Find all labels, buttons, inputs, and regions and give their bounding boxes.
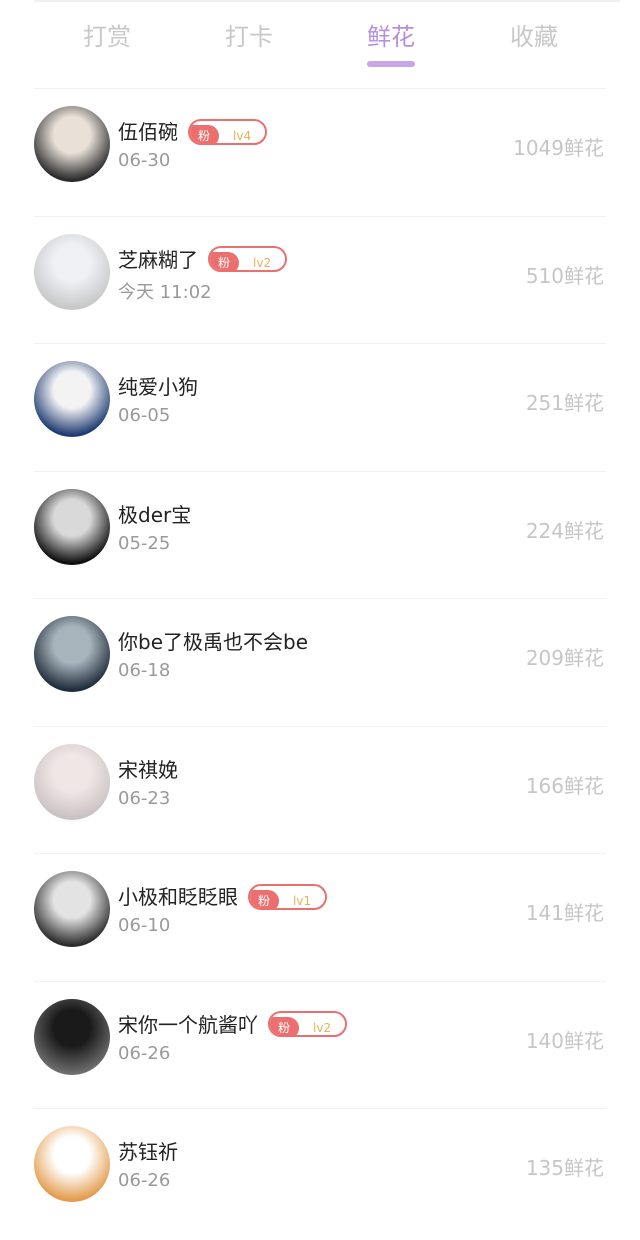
date-text: 06-30 [118, 150, 171, 171]
list-item[interactable]: 极der宝 05-25 224鲜花 [0, 470, 640, 599]
level-label: lv4 [233, 128, 252, 143]
avatar[interactable] [34, 233, 110, 310]
flower-count: 1049鲜花 [513, 136, 604, 160]
active-tab-indicator [367, 61, 415, 67]
fan-label: 粉 [210, 252, 240, 270]
list-item[interactable]: 苏钰祈 06-26 135鲜花 [0, 1108, 640, 1236]
row-divider [34, 88, 606, 89]
user-name-line: 宋祺娩 [118, 754, 178, 783]
tab-checkin[interactable]: 打卡 [199, 20, 299, 60]
user-name[interactable]: 苏钰祈 [118, 1140, 178, 1164]
row-divider [34, 470, 606, 472]
flower-count: 140鲜花 [525, 1028, 604, 1053]
date-text: 06-26 [118, 1042, 171, 1064]
row-divider [34, 343, 606, 344]
fan-level-badge: 粉 lv2 [268, 1011, 348, 1037]
flower-count: 166鲜花 [525, 773, 604, 798]
tab-label: 打赏 [83, 23, 131, 51]
date-text: 05-25 [118, 532, 171, 554]
flower-count: 141鲜花 [525, 901, 604, 925]
user-name-line: 你be了极禹也不会be [118, 626, 308, 655]
avatar[interactable] [34, 361, 110, 437]
list-item[interactable]: 芝麻糊了粉 lv2 今天 11:02 510鲜花 [0, 215, 640, 344]
tab-tip[interactable]: 打赏 [57, 20, 157, 60]
fan-label: 粉 [190, 124, 220, 143]
avatar[interactable] [34, 743, 110, 820]
avatar[interactable] [34, 871, 110, 947]
avatar[interactable] [34, 616, 110, 692]
flower-count: 510鲜花 [525, 263, 604, 288]
tab-label: 收藏 [510, 23, 558, 51]
date-text: 06-26 [118, 1170, 171, 1191]
list-item[interactable]: 纯爱小狗 06-05 251鲜花 [0, 343, 640, 471]
user-name-line: 芝麻糊了粉 lv2 [118, 244, 288, 275]
user-name-line: 小极和眨眨眼粉 lv1 [118, 881, 328, 912]
user-name[interactable]: 宋你一个航酱吖 [118, 1013, 258, 1037]
level-label: lv2 [253, 256, 272, 270]
row-divider [34, 1108, 606, 1109]
fan-level-badge: 粉 lv1 [248, 883, 328, 910]
date-text: 06-18 [118, 660, 171, 681]
user-name[interactable]: 宋祺娩 [118, 758, 178, 782]
avatar[interactable] [34, 1126, 110, 1202]
avatar[interactable] [34, 998, 110, 1075]
flower-count: 135鲜花 [525, 1156, 604, 1180]
flower-count: 251鲜花 [525, 391, 604, 415]
level-label: lv1 [293, 893, 312, 908]
list-item[interactable]: 小极和眨眨眼粉 lv1 06-10 141鲜花 [0, 853, 640, 981]
row-divider [34, 853, 606, 854]
user-name[interactable]: 小极和眨眨眼 [118, 885, 238, 909]
date-text: 今天 11:02 [118, 281, 212, 303]
list-item[interactable]: 宋你一个航酱吖粉 lv2 06-26 140鲜花 [0, 980, 640, 1109]
list-item[interactable]: 宋祺娩 06-23 166鲜花 [0, 725, 640, 854]
row-divider [34, 980, 606, 982]
fan-label: 粉 [270, 1017, 300, 1035]
list-item[interactable]: 你be了极禹也不会be 06-18 209鲜花 [0, 598, 640, 726]
user-name[interactable]: 芝麻糊了 [118, 248, 198, 272]
tab-label: 打卡 [225, 23, 273, 51]
date-text: 06-05 [118, 405, 171, 426]
flower-count: 224鲜花 [525, 518, 604, 543]
user-name[interactable]: 纯爱小狗 [118, 375, 198, 399]
user-name-line: 纯爱小狗 [118, 371, 198, 400]
fan-level-badge: 粉 lv2 [208, 246, 288, 272]
avatar[interactable] [34, 106, 110, 182]
date-text: 06-23 [118, 787, 171, 809]
user-name-line: 苏钰祈 [118, 1136, 178, 1165]
avatar[interactable] [34, 488, 110, 565]
user-name[interactable]: 你be了极禹也不会be [118, 630, 308, 654]
tab-collect[interactable]: 收藏 [484, 20, 584, 60]
user-name-line: 宋你一个航酱吖粉 lv2 [118, 1009, 348, 1040]
row-divider [34, 598, 606, 599]
level-label: lv2 [313, 1021, 332, 1035]
row-divider [34, 215, 606, 217]
tab-bar: 打赏 打卡 鲜花 收藏 [0, 0, 640, 80]
list-item[interactable]: 伍佰碗粉 lv4 06-30 1049鲜花 [0, 88, 640, 216]
date-text: 06-10 [118, 915, 171, 936]
tab-label: 鲜花 [367, 23, 415, 51]
user-name[interactable]: 极der宝 [118, 503, 191, 527]
flower-count: 209鲜花 [525, 646, 604, 670]
row-divider [34, 725, 606, 727]
fan-level-badge: 粉 lv4 [188, 118, 268, 145]
tab-flowers[interactable]: 鲜花 [341, 20, 441, 67]
user-name-line: 极der宝 [118, 499, 191, 528]
fan-label: 粉 [250, 889, 280, 908]
user-name-line: 伍佰碗粉 lv4 [118, 116, 268, 147]
user-name[interactable]: 伍佰碗 [118, 120, 178, 144]
